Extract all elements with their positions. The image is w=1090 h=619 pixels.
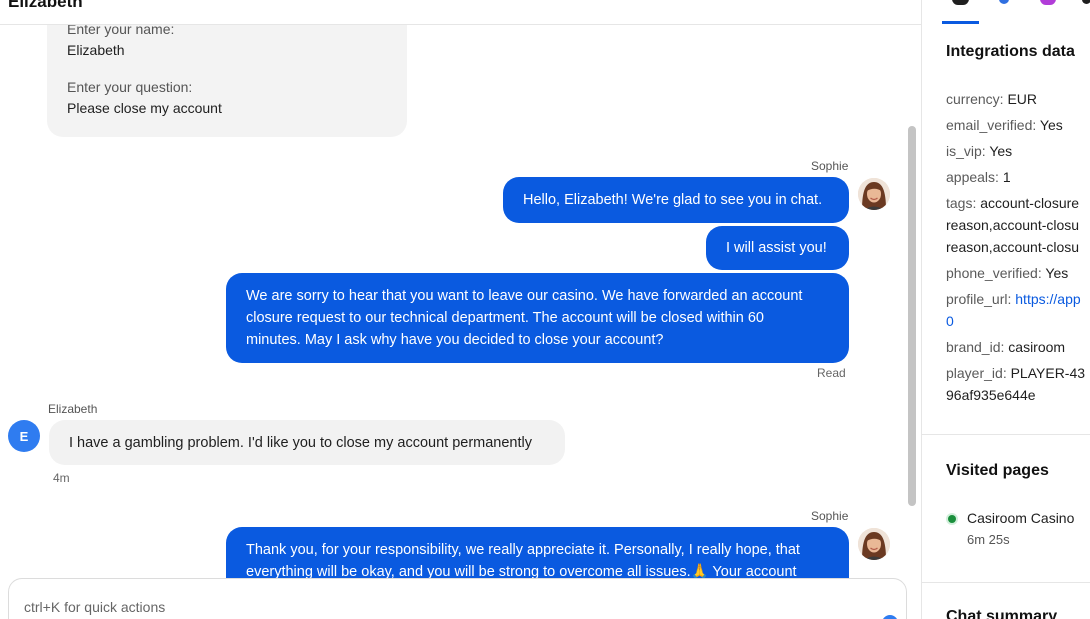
message-line: minutes. May I ask why have you decided … — [246, 332, 664, 348]
active-tab-indicator — [942, 21, 979, 24]
read-status: Read — [817, 366, 846, 380]
field-brand-id: brand_id: casiroom — [946, 339, 1066, 355]
apps-tab-icon[interactable] — [1040, 0, 1056, 5]
field-profile-url: profile_url: https://app 0 — [946, 291, 1081, 329]
visited-page-item[interactable]: Casiroom Casino 6m 25s — [967, 507, 1074, 551]
composer-placeholder: ctrl+K for quick actions — [24, 599, 166, 615]
sender-name: Sophie — [811, 159, 849, 173]
visited-pages-title: Visited pages — [946, 462, 1049, 479]
more-tab-icon[interactable] — [1082, 0, 1090, 4]
agent-photo-icon — [858, 528, 890, 560]
agent-avatar — [858, 178, 890, 210]
message-line: We are sorry to hear that you want to le… — [246, 288, 803, 304]
field-currency: currency: EUR — [946, 91, 1038, 107]
sender-name: Elizabeth — [48, 402, 98, 416]
section-divider — [922, 434, 1090, 435]
message-bubble: I will assist you! — [706, 226, 849, 270]
chat-pane: Elizabeth ʿ Enter your name: Elizabeth E… — [0, 0, 921, 619]
profile-tab-icon[interactable] — [952, 0, 969, 5]
details-sidebar: Integrations data currency: EUR email_ve… — [921, 0, 1090, 619]
question-label: Enter your question: — [67, 79, 193, 95]
message-line: Thank you, for your responsibility, we r… — [246, 542, 800, 558]
field-player-id: player_id: PLAYER-43 96af935e644e — [946, 365, 1086, 403]
field-email-verified: email_verified: Yes — [946, 117, 1063, 133]
integration-tab-icon[interactable] — [999, 0, 1009, 4]
contact-name: Elizabeth — [8, 0, 83, 11]
integrations-title: Integrations data — [946, 43, 1075, 60]
online-dot-icon — [948, 515, 956, 523]
agent-avatar — [858, 528, 890, 560]
profile-url-link[interactable]: https://app — [1015, 291, 1080, 307]
message-bubble: We are sorry to hear that you want to le… — [226, 273, 849, 363]
message-composer[interactable]: ctrl+K for quick actions — [8, 578, 907, 619]
field-phone-verified: phone_verified: Yes — [946, 265, 1069, 281]
send-icon[interactable] — [882, 615, 898, 619]
field-is-vip: is_vip: Yes — [946, 143, 1013, 159]
visited-page-title: Casiroom Casino — [967, 510, 1075, 526]
visited-page-duration: 6m 25s — [967, 532, 1010, 547]
visitor-avatar: E — [8, 420, 40, 452]
field-appeals: appeals: 1 — [946, 169, 1011, 185]
sender-name: Sophie — [811, 509, 849, 523]
sidebar-tabs — [922, 0, 1090, 25]
chat-header: Elizabeth ʿ — [0, 0, 921, 25]
message-time: 4m — [53, 471, 70, 485]
profile-url-link-cont[interactable]: 0 — [946, 313, 954, 329]
agent-photo-icon — [858, 178, 890, 210]
field-tags: tags: account-closure reason,account-clo… — [946, 195, 1080, 255]
header-action-icon[interactable]: ʿ — [838, 0, 842, 9]
section-divider — [922, 582, 1090, 583]
message-bubble: I have a gambling problem. I'd like you … — [49, 420, 565, 465]
question-value: Please close my account — [67, 100, 222, 116]
message-line: closure request to our technical departm… — [246, 310, 764, 326]
chat-scrollbar-thumb[interactable] — [908, 126, 916, 506]
message-bubble: Hello, Elizabeth! We're glad to see you … — [503, 177, 849, 223]
chat-summary-title: Chat summary — [946, 608, 1058, 619]
name-value: Elizabeth — [67, 42, 125, 58]
